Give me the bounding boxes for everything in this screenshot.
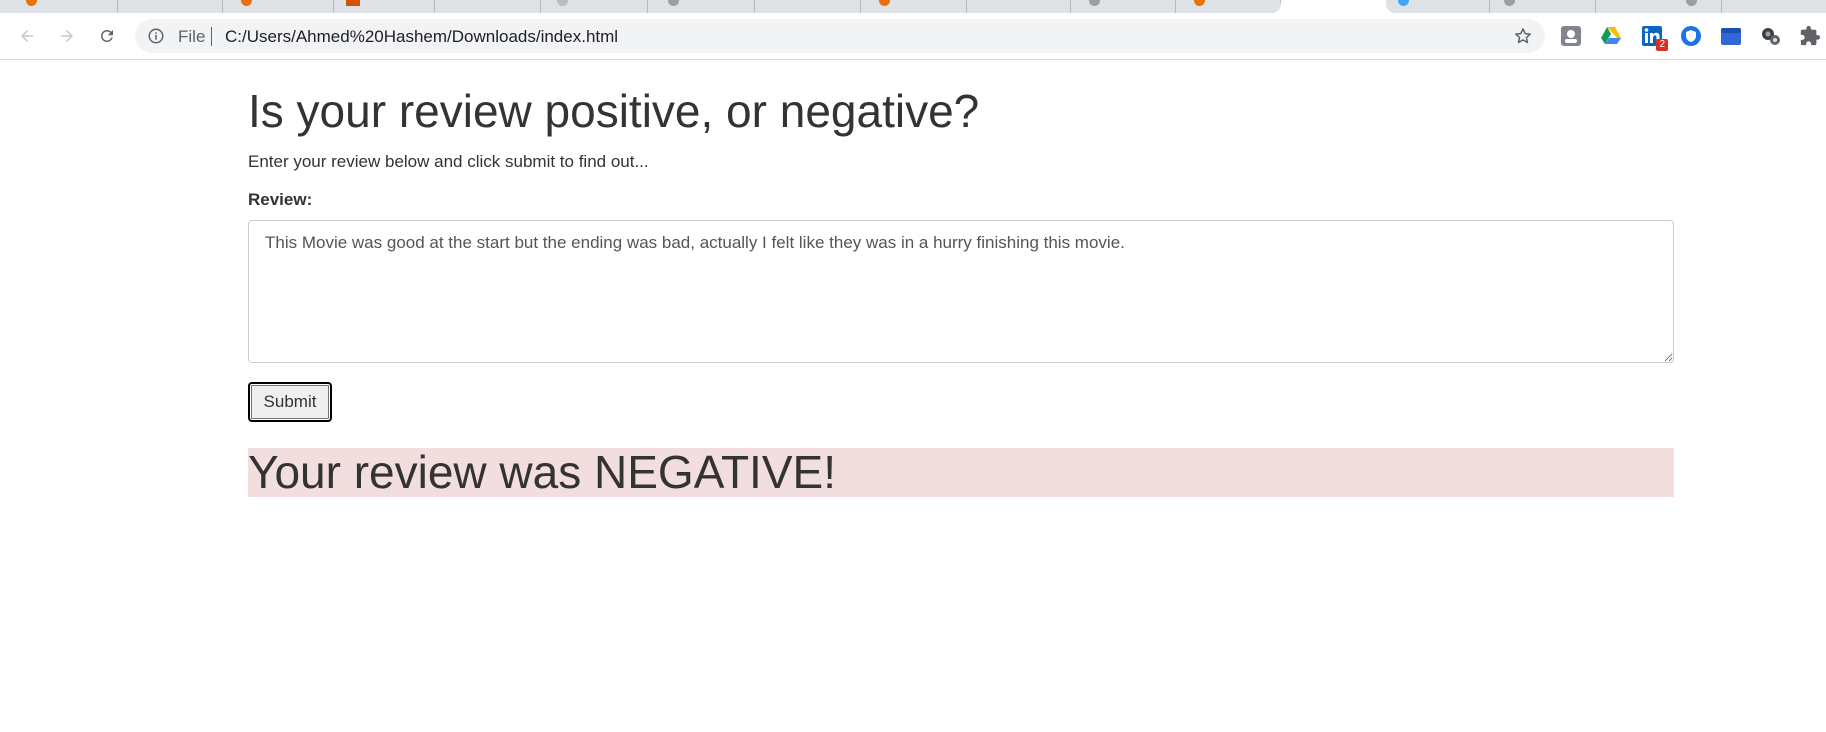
browser-tab[interactable] (541, 0, 648, 13)
linkedin-badge: 2 (1656, 39, 1668, 51)
browser-tab[interactable] (118, 0, 223, 13)
browser-tab[interactable] (1071, 0, 1176, 13)
extensions-puzzle-icon (1800, 25, 1821, 46)
review-label: Review: (248, 190, 313, 209)
bookmark-star-icon[interactable] (1513, 26, 1533, 46)
tab-favicon-icon (241, 0, 252, 6)
tab-favicon-icon (557, 0, 568, 6)
forward-arrow-icon (61, 30, 73, 42)
tab-favicon-icon (668, 0, 679, 6)
blue-calendar-extension-button[interactable] (1720, 25, 1742, 47)
google-drive-icon (1601, 27, 1621, 44)
url-text[interactable]: C:/Users/Ahmed%20Hashem/Downloads/index.… (225, 27, 618, 47)
back-button[interactable] (12, 21, 42, 51)
page-title: Is your review positive, or negative? (248, 85, 980, 137)
browser-tab[interactable] (334, 0, 435, 13)
tab-favicon-icon (1194, 0, 1205, 6)
browser-tab[interactable] (223, 0, 334, 13)
extension-blue-calendar-icon (1721, 28, 1741, 45)
tab-favicon-icon (1089, 0, 1100, 6)
reload-icon (100, 29, 113, 42)
result-banner: Your review was NEGATIVE! (248, 448, 1674, 497)
active-browser-tab[interactable] (1271, 0, 1396, 13)
google-drive-button[interactable] (1600, 25, 1622, 47)
tab-favicon-icon (26, 0, 37, 6)
browser-tab[interactable] (1490, 0, 1596, 13)
browser-tab[interactable] (435, 0, 541, 13)
browser-tab[interactable] (0, 0, 118, 13)
review-textarea[interactable]: This Movie was good at the start but the… (248, 220, 1674, 363)
scheme-label: File (178, 27, 206, 46)
address-divider (211, 27, 212, 46)
back-arrow-icon (21, 30, 33, 42)
page-content: Is your review positive, or negative? En… (248, 61, 1674, 497)
browser-tab[interactable] (1176, 0, 1281, 13)
tab-favicon-icon (879, 0, 890, 6)
address-bar[interactable]: File C:/Users/Ahmed%20Hashem/Downloads/i… (135, 19, 1545, 53)
linkedin-button[interactable]: 2 (1641, 25, 1668, 51)
info-icon[interactable] (147, 27, 165, 45)
extensions-menu-button[interactable] (1799, 25, 1821, 47)
browser-tab[interactable] (967, 0, 1071, 13)
extension-1-button[interactable] (1560, 25, 1582, 47)
browser-tab[interactable] (1596, 0, 1722, 13)
forward-button[interactable] (52, 21, 82, 51)
browser-tab[interactable] (861, 0, 967, 13)
blue-shield-extension-button[interactable] (1680, 25, 1702, 47)
gears-extension-button[interactable] (1760, 25, 1782, 47)
extension-blue-shield-icon (1681, 26, 1701, 46)
extension-gears-icon (1762, 28, 1780, 45)
submit-button[interactable]: Submit (248, 382, 332, 422)
tab-favicon-icon (1686, 0, 1697, 6)
tab-favicon-icon (346, 0, 360, 6)
tab-favicon-icon (1398, 0, 1409, 6)
browser-tab[interactable] (1722, 0, 1826, 13)
browser-tab[interactable] (648, 0, 755, 13)
browser-tab[interactable] (755, 0, 861, 13)
intro-text: Enter your review below and click submit… (248, 152, 649, 171)
tab-strip (0, 0, 1826, 13)
reload-button[interactable] (92, 21, 122, 51)
extension-1-icon (1561, 26, 1581, 46)
browser-toolbar: File C:/Users/Ahmed%20Hashem/Downloads/i… (0, 13, 1826, 60)
tab-favicon-icon (1504, 0, 1515, 6)
browser-tab[interactable] (1386, 0, 1490, 13)
